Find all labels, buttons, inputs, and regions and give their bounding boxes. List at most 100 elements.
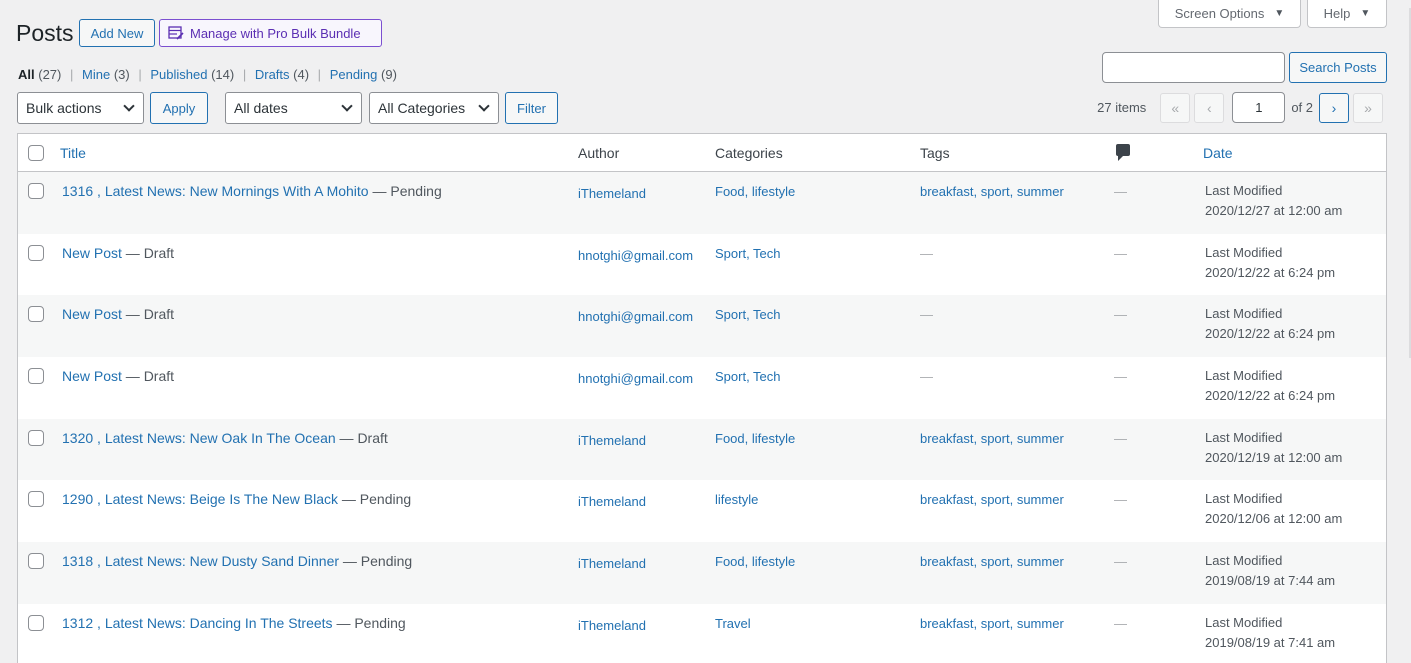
post-date: Last Modified 2020/12/22 at 6:24 pm bbox=[1205, 306, 1336, 342]
screen-options-tab[interactable]: Screen Options ▼ bbox=[1158, 0, 1301, 28]
row-checkbox[interactable] bbox=[28, 491, 44, 508]
page-title: Posts bbox=[16, 20, 74, 46]
post-comments: — bbox=[1114, 615, 1127, 631]
select-all-checkbox[interactable] bbox=[28, 145, 44, 161]
table-row: 1290 , Latest News: Beige Is The New Bla… bbox=[18, 480, 1386, 542]
post-categories[interactable]: Sport, Tech bbox=[715, 369, 781, 384]
post-title-cell: 1316 , Latest News: New Mornings With A … bbox=[62, 183, 442, 199]
post-tags[interactable]: breakfast, sport, summer bbox=[920, 492, 1064, 507]
post-date: Last Modified 2020/12/22 at 6:24 pm bbox=[1205, 368, 1336, 404]
total-pages: of 2 bbox=[1291, 100, 1313, 115]
post-title-link[interactable]: 1318 , Latest News: New Dusty Sand Dinne… bbox=[62, 553, 339, 569]
search-input[interactable] bbox=[1102, 52, 1285, 83]
post-title-link[interactable]: New Post bbox=[62, 245, 122, 261]
post-categories[interactable]: Travel bbox=[715, 616, 751, 631]
post-date: Last Modified 2020/12/22 at 6:24 pm bbox=[1205, 244, 1336, 280]
post-tags[interactable]: breakfast, sport, summer bbox=[920, 554, 1064, 569]
help-tab[interactable]: Help ▼ bbox=[1307, 0, 1387, 28]
post-author[interactable]: hnotghi@gmail.com bbox=[578, 369, 696, 389]
prev-page-button[interactable]: ‹ bbox=[1194, 92, 1225, 123]
post-title-link[interactable]: 1320 , Latest News: New Oak In The Ocean bbox=[62, 430, 336, 446]
caret-down-icon: ▼ bbox=[1274, 8, 1285, 19]
post-author[interactable]: hnotghi@gmail.com bbox=[578, 246, 696, 266]
apply-button[interactable]: Apply bbox=[150, 92, 208, 124]
row-checkbox[interactable] bbox=[28, 553, 44, 570]
post-comments: — bbox=[1114, 245, 1127, 261]
post-categories[interactable]: Food, lifestyle bbox=[715, 184, 795, 199]
categories-value: All Categories bbox=[378, 100, 466, 116]
post-author[interactable]: iThemeland bbox=[578, 184, 696, 204]
post-author[interactable]: iThemeland bbox=[578, 554, 696, 574]
post-comments: — bbox=[1114, 492, 1127, 508]
filter-button[interactable]: Filter bbox=[505, 92, 558, 124]
categories-select[interactable]: All Categories bbox=[369, 92, 499, 124]
post-author[interactable]: hnotghi@gmail.com bbox=[578, 307, 696, 327]
post-author[interactable]: iThemeland bbox=[578, 431, 696, 451]
post-title-cell: New Post — Draft bbox=[62, 368, 174, 384]
filter-all[interactable]: All (27) bbox=[18, 67, 61, 82]
column-date[interactable]: Date bbox=[1203, 145, 1233, 161]
filter-mine[interactable]: Mine (3) bbox=[82, 67, 130, 82]
post-comments: — bbox=[1114, 307, 1127, 323]
post-categories[interactable]: lifestyle bbox=[715, 492, 758, 507]
post-title-link[interactable]: 1316 , Latest News: New Mornings With A … bbox=[62, 183, 369, 199]
table-row: 1316 , Latest News: New Mornings With A … bbox=[18, 172, 1386, 234]
filter-published[interactable]: Published (14) bbox=[150, 67, 234, 82]
posts-table: Title Author Categories Tags Date 1316 ,… bbox=[17, 133, 1387, 663]
post-state: — Pending bbox=[368, 183, 442, 199]
post-date: Last Modified 2019/08/19 at 7:44 am bbox=[1205, 553, 1336, 589]
post-tags: — bbox=[920, 369, 933, 385]
post-author[interactable]: iThemeland bbox=[578, 492, 696, 512]
post-state: — Draft bbox=[121, 244, 175, 261]
post-categories[interactable]: Food, lifestyle bbox=[715, 554, 795, 569]
post-categories[interactable]: Food, lifestyle bbox=[715, 431, 795, 446]
post-tags: — bbox=[920, 307, 933, 323]
post-date: Last Modified 2020/12/19 at 12:00 am bbox=[1205, 429, 1343, 465]
post-tags[interactable]: breakfast, sport, summer bbox=[920, 431, 1064, 446]
comment-icon[interactable] bbox=[1116, 144, 1130, 161]
post-title-cell: 1318 , Latest News: New Dusty Sand Dinne… bbox=[62, 553, 412, 569]
post-title-link[interactable]: New Post bbox=[62, 306, 122, 322]
post-tags[interactable]: breakfast, sport, summer bbox=[920, 184, 1064, 199]
post-comments: — bbox=[1114, 369, 1127, 385]
post-title-link[interactable]: New Post bbox=[62, 368, 122, 384]
row-checkbox[interactable] bbox=[28, 368, 44, 385]
row-checkbox[interactable] bbox=[28, 614, 44, 631]
row-checkbox[interactable] bbox=[28, 429, 44, 446]
filter-pending[interactable]: Pending (9) bbox=[330, 67, 397, 82]
pro-bulk-bundle-button[interactable]: Manage with Pro Bulk Bundle bbox=[159, 19, 382, 47]
post-comments: — bbox=[1114, 554, 1127, 570]
post-author[interactable]: iThemeland bbox=[578, 616, 696, 636]
screen-meta-tabs: Screen Options ▼ Help ▼ bbox=[1158, 0, 1387, 28]
post-title-link[interactable]: 1290 , Latest News: Beige Is The New Bla… bbox=[62, 491, 338, 507]
bulk-actions-select[interactable]: Bulk actions bbox=[17, 92, 144, 124]
post-categories[interactable]: Sport, Tech bbox=[715, 246, 781, 261]
row-checkbox[interactable] bbox=[28, 244, 44, 261]
post-categories[interactable]: Sport, Tech bbox=[715, 307, 781, 322]
post-state: — Pending bbox=[339, 553, 413, 570]
post-title-cell: 1290 , Latest News: Beige Is The New Bla… bbox=[62, 491, 411, 507]
search-posts-button[interactable]: Search Posts bbox=[1289, 52, 1387, 83]
table-header: Title Author Categories Tags Date bbox=[18, 134, 1386, 172]
post-tags[interactable]: breakfast, sport, summer bbox=[920, 616, 1064, 631]
post-comments: — bbox=[1114, 184, 1127, 199]
chevron-down-icon bbox=[478, 100, 490, 112]
last-page-button[interactable]: » bbox=[1353, 92, 1383, 123]
filter-drafts[interactable]: Drafts (4) bbox=[255, 67, 309, 82]
chevron-down-icon bbox=[123, 100, 135, 112]
column-author: Author bbox=[578, 145, 620, 161]
column-title[interactable]: Title bbox=[60, 145, 86, 161]
current-page-input[interactable]: 1 bbox=[1232, 92, 1286, 123]
post-date: Last Modified 2020/12/27 at 12:00 am bbox=[1205, 183, 1343, 218]
next-page-button[interactable]: › bbox=[1319, 92, 1349, 123]
table-row: 1318 , Latest News: New Dusty Sand Dinne… bbox=[18, 542, 1386, 604]
row-checkbox[interactable] bbox=[28, 306, 44, 323]
dates-select[interactable]: All dates bbox=[225, 92, 362, 124]
items-count: 27 items bbox=[1097, 100, 1147, 115]
pro-bulk-label: Manage with Pro Bulk Bundle bbox=[190, 25, 361, 41]
post-title-link[interactable]: 1312 , Latest News: Dancing In The Stree… bbox=[62, 615, 333, 631]
row-checkbox[interactable] bbox=[28, 183, 44, 199]
first-page-button[interactable]: « bbox=[1160, 92, 1191, 123]
table-edit-icon bbox=[168, 26, 184, 40]
add-new-button[interactable]: Add New bbox=[79, 19, 155, 47]
